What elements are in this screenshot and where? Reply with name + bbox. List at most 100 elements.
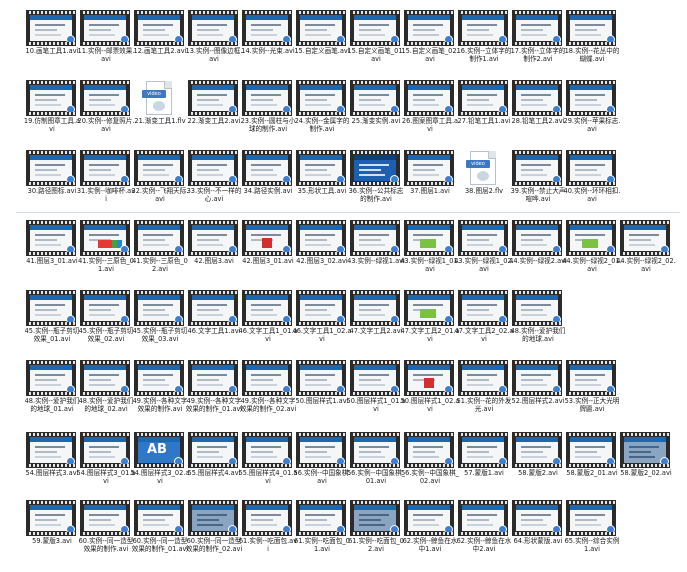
video-file-icon <box>242 10 292 46</box>
file-item[interactable]: 35.形状工具.avi <box>295 150 349 222</box>
file-item[interactable]: 24.实例--金属字的制作.avi <box>295 80 349 152</box>
file-item[interactable]: 60.实例--同一造型效果的制作_02.avi <box>186 500 242 572</box>
file-item[interactable]: 58.蒙版2.avi <box>511 432 565 504</box>
file-item[interactable]: 26.图案图章工具.avi <box>402 80 458 152</box>
file-item[interactable]: 48.实例--爱护我们的地球.avi <box>511 290 565 362</box>
file-item[interactable]: 49.实例--各种文字效果的制作.avi <box>133 360 187 432</box>
file-name: 44.实例--绿视2_02.avi <box>616 257 676 274</box>
file-item[interactable]: 43.实例--绿视1.avi <box>347 220 405 292</box>
file-item[interactable]: 45.实例--瓶子剪切效果_03.avi <box>133 290 187 362</box>
file-item[interactable]: 23.实例--圆柱与小球的制作.avi <box>241 80 295 152</box>
file-item[interactable]: 31.实例--咖啡杯.avi <box>76 150 136 222</box>
file-item[interactable]: 12.画笔工具2.avi <box>133 10 187 82</box>
file-item[interactable]: 44.实例--绿视2_01.avi <box>562 220 622 292</box>
file-item[interactable]: 55.图层样式4.avi <box>187 432 241 504</box>
file-item[interactable]: 47.文字工具2_02.avi <box>455 290 513 362</box>
media-player-badge-icon <box>174 175 183 184</box>
file-item[interactable]: 59.蒙版3.avi <box>25 500 79 572</box>
file-item[interactable]: 41.实例--三原色_01.avi <box>78 220 134 292</box>
file-item[interactable]: 54.图层样式3_02.avi <box>131 432 189 504</box>
file-item[interactable]: 46.文字工具1.avi <box>187 290 241 362</box>
file-item[interactable]: 44.实例--绿视2_02.avi <box>616 220 676 292</box>
file-item[interactable]: 41.图层3_01.avi <box>25 220 79 292</box>
file-name: 43.实例--绿视1_02.avi <box>454 257 514 274</box>
file-item[interactable]: 49.实例--各种文字效果的制作_02.avi <box>240 360 296 432</box>
file-item[interactable]: 47.文字工具2.avi <box>349 290 403 362</box>
file-item[interactable]: 62.实例--鲸鱼在水中1.avi <box>403 500 457 572</box>
file-item[interactable]: video 21.渐变工具1.flv <box>133 80 187 152</box>
media-player-badge-icon <box>282 315 291 324</box>
file-item[interactable]: 64.形状蒙版.avi <box>511 500 565 572</box>
file-item[interactable]: 61.实例--吃面包_02.avi <box>348 500 404 572</box>
file-item[interactable]: 61.实例--吃面包.avi <box>239 500 297 572</box>
file-item[interactable]: 45.实例--瓶子剪切效果_01.avi <box>25 290 79 362</box>
file-item[interactable]: 36.实例--公共标志的制作.avi <box>349 150 403 222</box>
file-item[interactable]: 15.自定义画笔_02.avi <box>401 10 459 82</box>
file-item[interactable]: 16.实例--立体字的制作1.avi <box>457 10 511 82</box>
file-item[interactable]: 27.铅笔工具1.avi <box>457 80 511 152</box>
file-item[interactable]: 41.实例--三原色_02.avi <box>132 220 188 292</box>
file-item[interactable]: 33.实例--不一样的心.avi <box>187 150 241 222</box>
file-item[interactable]: 58.蒙版2_01.avi <box>565 432 619 504</box>
file-item[interactable]: 60.实例--同一造型效果的制作.avi <box>79 500 133 572</box>
file-item[interactable]: 39.实例--禁止大声喧哗.avi <box>511 150 565 222</box>
file-item[interactable]: 52.图层样式2.avi <box>511 360 565 432</box>
file-item[interactable]: 20.实例--修复照片.avi <box>78 80 134 152</box>
file-item[interactable]: 18.实例--花丛中的蝴蝶.avi <box>565 10 619 82</box>
file-item[interactable]: 54.图层样式3_01.avi <box>77 432 135 504</box>
file-item[interactable]: 58.蒙版2_02.avi <box>619 432 673 504</box>
file-item[interactable]: 50.图层样式1_01.avi <box>347 360 405 432</box>
file-item[interactable]: 30.路径图标.avi <box>25 150 79 222</box>
file-item[interactable]: 13.实例--图像边框.avi <box>186 10 242 82</box>
file-item[interactable]: 15.自定义画笔_01.avi <box>347 10 405 82</box>
file-item[interactable]: 49.实例--各种文字效果的制作_01.avi <box>186 360 242 432</box>
file-item[interactable]: 48.实例--爱护我们的地球_01.avi <box>25 360 79 432</box>
file-item[interactable]: 44.实例--绿视2.avi <box>509 220 567 292</box>
file-item[interactable]: 56.实例--中国象棋.avi <box>294 432 350 504</box>
file-name: 31.实例--咖啡杯.avi <box>76 187 136 204</box>
file-item[interactable]: 56.实例--中国象棋_02.avi <box>401 432 459 504</box>
file-item[interactable]: 55.图层样式4_01.avi <box>239 432 297 504</box>
file-item[interactable]: 43.实例--绿视1_02.avi <box>454 220 514 292</box>
media-player-badge-icon <box>282 175 291 184</box>
file-item[interactable]: 50.图层样式1.avi <box>295 360 349 432</box>
file-item[interactable]: 17.实例--立体字的制作2.avi <box>511 10 565 82</box>
file-item[interactable]: 10.画笔工具1.avi <box>25 10 79 82</box>
file-item[interactable]: 22.渐变工具2.avi <box>187 80 241 152</box>
file-item[interactable]: 19.仿制图章工具.avi <box>24 80 80 152</box>
file-item[interactable]: 42.图层3_01.avi <box>241 220 295 292</box>
file-item[interactable]: 50.图层样式1_02.avi <box>401 360 459 432</box>
file-item[interactable]: 65.实例--综合实例1.avi <box>565 500 619 572</box>
video-file-icon <box>188 80 238 116</box>
file-item[interactable]: 51.实例--花的外发光.avi <box>457 360 511 432</box>
video-file-icon <box>26 10 76 46</box>
file-item[interactable]: 40.实例--环环相扣.avi <box>564 150 620 222</box>
file-item[interactable]: 42.图层3.avi <box>187 220 241 292</box>
file-item[interactable]: 42.图层3_02.avi <box>295 220 349 292</box>
file-item[interactable]: 48.实例--爱护我们的地球_02.avi <box>79 360 133 432</box>
file-item[interactable]: 53.实例--正大光明牌匾.avi <box>565 360 619 432</box>
file-item[interactable]: 56.实例--中国象棋_01.avi <box>347 432 405 504</box>
file-item[interactable]: 60.实例--同一造型效果的制作_01.avi <box>132 500 188 572</box>
media-player-badge-icon <box>606 245 615 254</box>
file-item[interactable]: 28.铅笔工具2.avi <box>511 80 565 152</box>
file-item[interactable]: 45.实例--瓶子剪切效果_02.avi <box>79 290 133 362</box>
file-item[interactable]: 47.文字工具2_01.avi <box>401 290 459 362</box>
file-item[interactable]: 29.实例--苹果标志.avi <box>564 80 620 152</box>
file-item[interactable]: video 38.图层2.flv <box>457 150 511 222</box>
file-item[interactable]: 34.路径实例.avi <box>241 150 295 222</box>
file-item[interactable]: 43.实例--绿视1_01.avi <box>400 220 460 292</box>
file-item[interactable]: 14.实例--光束.avi <box>241 10 295 82</box>
file-item[interactable]: 37.图层1.avi <box>403 150 457 222</box>
file-item[interactable]: 57.蒙版1.avi <box>457 432 511 504</box>
media-player-badge-icon <box>174 385 183 394</box>
file-item[interactable]: 32.实例--飞翔天际.avi <box>132 150 188 222</box>
file-item[interactable]: 62.实例--鲸鱼在水中2.avi <box>457 500 511 572</box>
file-item[interactable]: 46.文字工具1_02.avi <box>293 290 351 362</box>
file-item[interactable]: 15.自定义画笔.avi <box>294 10 350 82</box>
file-item[interactable]: 25.渐变实例.avi <box>349 80 403 152</box>
file-item[interactable]: 61.实例--吃面包_01.avi <box>294 500 350 572</box>
file-item[interactable]: 54.图层样式3.avi <box>25 432 79 504</box>
file-item[interactable]: 46.文字工具1_01.avi <box>239 290 297 362</box>
file-item[interactable]: 11.实例--邮票效果.avi <box>78 10 134 82</box>
